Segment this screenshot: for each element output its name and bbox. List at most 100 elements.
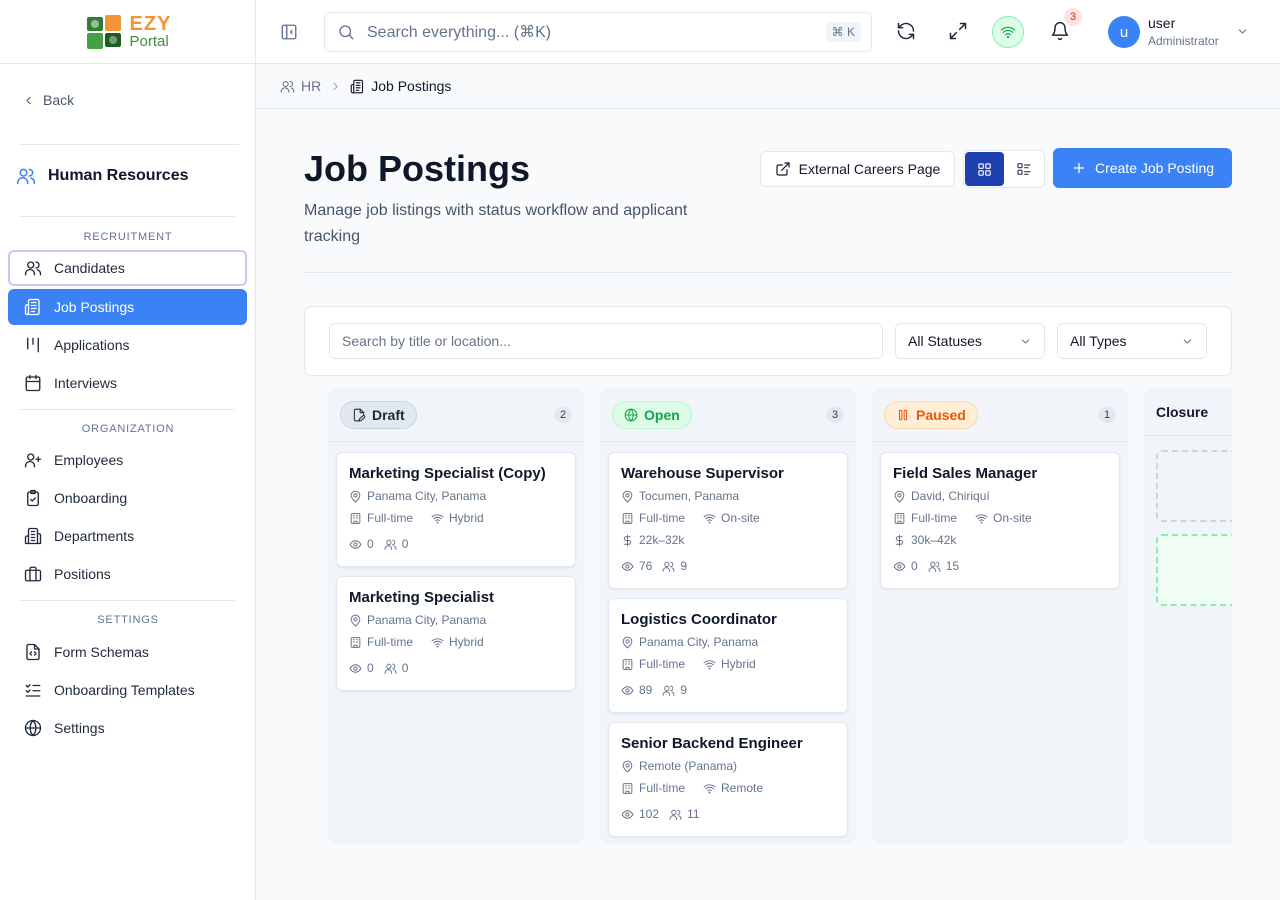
job-title: Warehouse Supervisor [621,465,784,482]
job-search-input[interactable] [329,323,883,359]
puzzle-logo-icon [86,14,121,49]
breadcrumb-current-label: Job Postings [371,78,452,94]
job-applicants: 9 [680,683,688,697]
breadcrumb-link-hr[interactable]: HR [280,78,321,94]
back-label: Back [43,92,75,108]
notification-count-badge: 3 [1064,8,1082,26]
users-icon [280,80,295,93]
job-card[interactable]: Marketing Specialist Panama City, Panama… [336,576,576,691]
sidebar-item-candidates[interactable]: Candidates [8,250,247,286]
sidebar-item-label: Settings [54,720,105,736]
wifi-icon [1000,26,1016,39]
external-careers-button[interactable]: External Careers Page [760,151,955,187]
dollar-sign-icon [895,534,904,546]
divider [20,600,235,601]
kanban-column-paused: Paused 1 Field Sales Manager David, Chir… [872,388,1128,844]
building-icon [350,512,361,524]
eye-icon [349,663,362,673]
grid-icon [978,162,991,176]
divider [20,409,235,410]
filters-bar: All Statuses All Types [304,306,1232,376]
sidebar-item-onboarding-templates[interactable]: Onboarding Templates [8,672,247,708]
job-card[interactable]: Senior Backend Engineer Remote (Panama) … [608,722,848,837]
users-icon [662,561,675,572]
logo-text-ezy: EZY [129,13,172,35]
fullscreen-button[interactable] [948,21,968,41]
eye-icon [893,561,906,571]
drop-zone[interactable] [1156,534,1232,606]
app-logo[interactable]: EZY Portal [84,13,172,51]
drop-zone[interactable] [1156,450,1232,522]
job-title: Field Sales Manager [893,465,1038,482]
sidebar-item-job-postings[interactable]: Job Postings [8,289,247,325]
user-name[interactable]: user [1148,15,1175,31]
status-pill-open: Open [612,400,692,429]
type-filter-value: All Types [1070,333,1127,349]
global-search[interactable]: Search everything... (⌘K) ⌘ K [324,12,872,52]
create-job-posting-button[interactable]: Create Job Posting [1053,148,1232,188]
dollar-sign-icon [623,534,632,546]
panel-left-close-icon [281,24,297,40]
job-type: Full-time [911,511,958,525]
connection-status-button[interactable] [992,16,1024,48]
sidebar-item-employees[interactable]: Employees [8,442,247,478]
eye-icon [621,685,634,695]
module-title-label: Human Resources [48,167,189,184]
map-pin-icon [350,614,361,626]
breadcrumb: HR Job Postings [256,64,1280,109]
avatar[interactable]: u [1108,16,1140,48]
sidebar-toggle-button[interactable] [280,23,298,41]
wifi-icon [703,783,716,793]
job-card[interactable]: Marketing Specialist (Copy) Panama City,… [336,452,576,567]
job-title: Marketing Specialist (Copy) [349,465,546,482]
map-pin-icon [350,490,361,502]
back-link[interactable]: Back [22,92,74,108]
job-card[interactable]: Logistics Coordinator Panama City, Panam… [608,598,848,713]
column-count-badge: 2 [554,406,572,423]
clipboard-check-icon [27,489,39,507]
file-code-icon [26,643,40,661]
user-plus-icon [24,453,42,468]
kanban-column-open: Open 3 Warehouse Supervisor Tocumen, Pan… [600,388,856,844]
sidebar-item-label: Interviews [54,375,118,391]
job-applicants: 11 [687,807,700,821]
user-role: Administrator [1148,34,1219,48]
job-work-mode: On-site [721,511,760,525]
sidebar-item-label: Form Schemas [54,644,149,660]
globe-icon [24,719,42,737]
sidebar-item-positions[interactable]: Positions [8,556,247,592]
sidebar-item-label: Applications [54,337,130,353]
job-title: Marketing Specialist [349,589,495,606]
wifi-icon [431,513,444,523]
wifi-icon [703,513,716,523]
status-filter-select[interactable]: All Statuses [895,323,1045,359]
users-icon [669,809,682,820]
sidebar-item-applications[interactable]: Applications [8,327,247,363]
sidebar-item-interviews[interactable]: Interviews [8,365,247,401]
job-location: Panama City, Panama [639,635,759,649]
building-icon [622,658,633,670]
status-pill-paused: Paused [884,400,978,429]
sidebar-item-onboarding[interactable]: Onboarding [8,480,247,516]
create-job-posting-label: Create Job Posting [1094,160,1215,176]
list-checks-icon [25,684,41,697]
user-menu-toggle[interactable] [1236,25,1249,38]
list-view-button[interactable] [1004,152,1043,186]
job-views: 0 [367,537,374,551]
users-icon [384,539,397,550]
sidebar-item-departments[interactable]: Departments [8,518,247,554]
job-card[interactable]: Warehouse Supervisor Tocumen, Panama Ful… [608,452,848,589]
type-filter-select[interactable]: All Types [1057,323,1207,359]
page-subtitle: Manage job listings with status workflow… [304,202,688,245]
column-label: Closure [1156,403,1209,420]
sidebar-item-label: Job Postings [54,299,135,315]
sidebar-item-settings[interactable]: Settings [8,710,247,746]
section-label-settings: SETTINGS [97,614,159,626]
refresh-button[interactable] [896,21,916,41]
grid-view-button[interactable] [965,152,1004,186]
newspaper-icon [350,79,364,93]
sidebar-item-form-schemas[interactable]: Form Schemas [8,634,247,670]
job-card[interactable]: Field Sales Manager David, Chiriquí Full… [880,452,1120,589]
users-icon [384,663,397,674]
breadcrumb-parent-label: HR [301,78,322,94]
